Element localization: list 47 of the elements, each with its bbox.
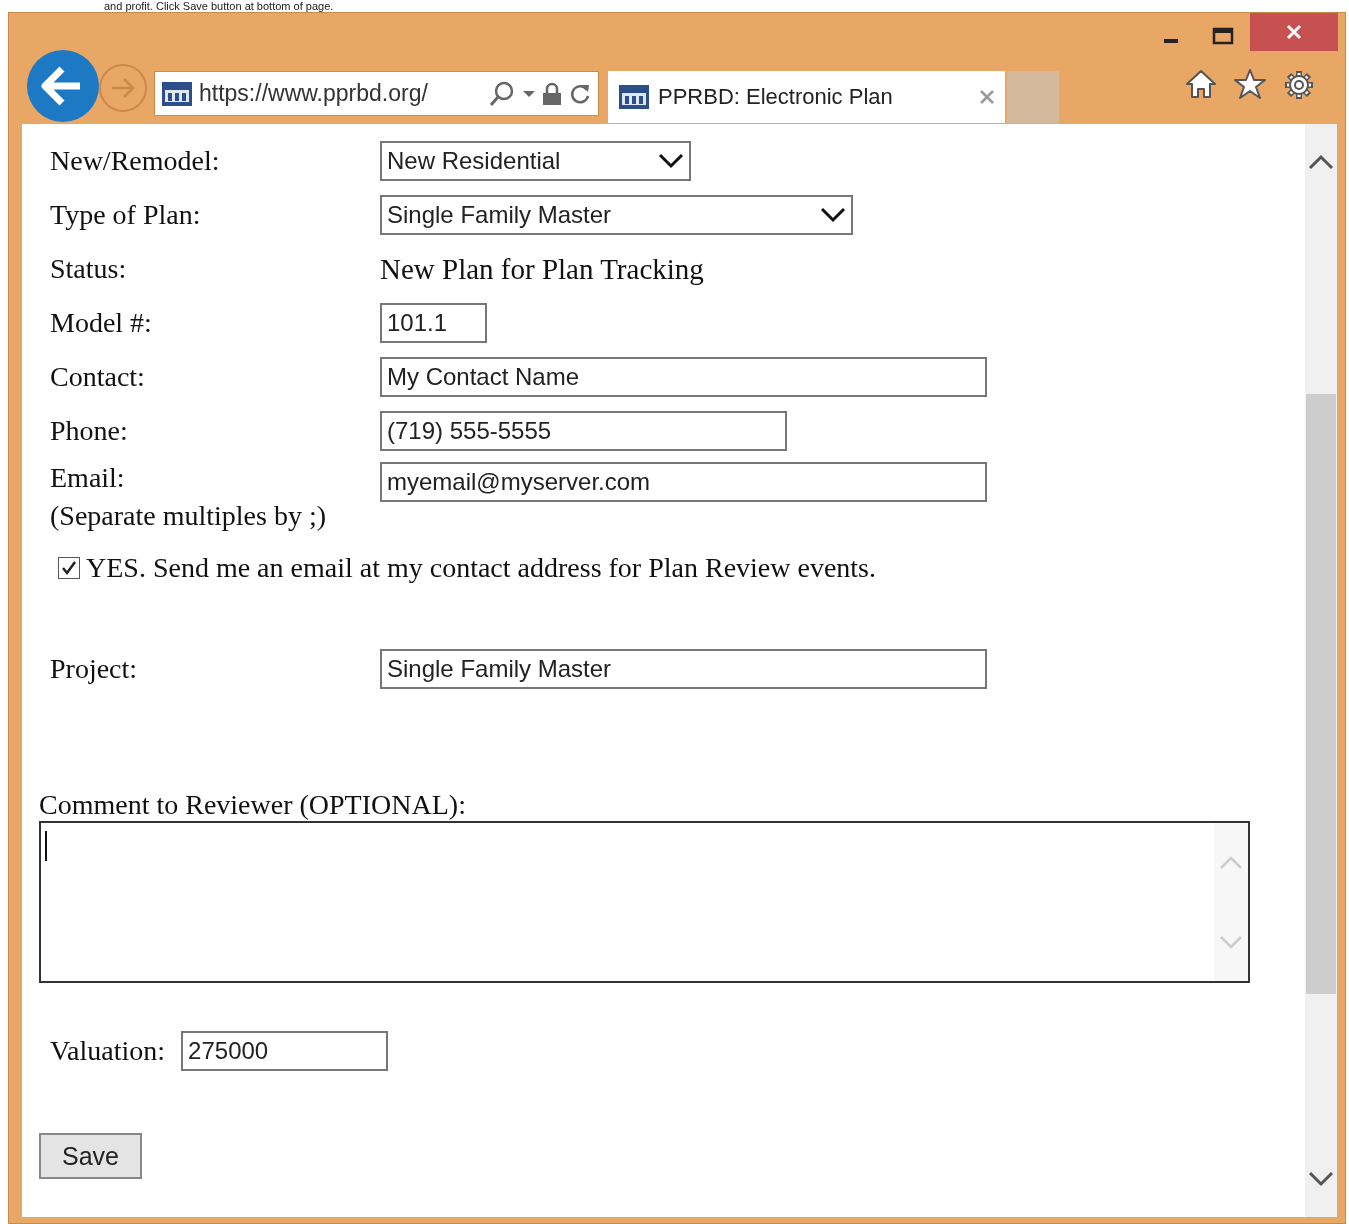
field-label: Type of Plan: [50,199,202,231]
checkbox-label: YES. Send me an email at my contact address for Plan Review events. [86,552,876,584]
site-icon [161,80,193,107]
input-field[interactable]: Single Family Master [380,649,987,689]
comment-label: Comment to Reviewer (OPTIONAL): [39,789,466,820]
field-label: Email: [50,462,126,494]
site-icon [618,84,650,110]
url-text: https://www.pprbd.org/ [199,80,429,107]
tab-title: PPRBD: Electronic Plan [658,84,894,110]
field-label: New/Remodel: [50,145,221,177]
dropdown[interactable]: Single Family Master [380,195,853,235]
dropdown[interactable]: New Residential [380,141,691,181]
input-field[interactable]: 101.1 [380,303,487,343]
field-label: Contact: [50,361,146,393]
field-hint: (Separate multiples by ;) [50,500,328,532]
caret-icon[interactable] [522,88,536,99]
status-value: New Plan for Plan Tracking [380,252,704,286]
address-bar[interactable]: https://www.pprbd.org/ [154,71,599,116]
star-icon[interactable] [1234,69,1266,99]
lock-icon [542,81,562,106]
settings-icon[interactable] [1283,69,1315,101]
scrollbar[interactable] [1305,124,1337,1217]
maximize-icon[interactable] [1212,27,1234,45]
field-label: Status: [50,253,128,285]
input-field[interactable]: 275000 [181,1031,389,1071]
save-button[interactable]: Save [39,1133,142,1179]
field-label: Model #: [50,307,153,339]
close-icon[interactable] [979,89,995,105]
scrollbar-thumb[interactable] [1306,394,1336,994]
back-icon[interactable] [26,49,100,123]
input-field[interactable]: (719) 555-5555 [380,411,787,451]
browser-tab[interactable]: PPRBD: Electronic Plan [608,71,1005,123]
field-label: Phone: [50,415,129,447]
input-field[interactable]: My Contact Name [380,357,987,397]
field-label: Project: [50,653,139,685]
chevron-down-icon [820,207,846,223]
close-button[interactable] [1250,13,1338,51]
close-icon [1285,23,1303,41]
scroll-up-icon[interactable] [1308,154,1334,170]
input-field[interactable]: myemail@myserver.com [380,462,987,502]
chevron-down-icon [658,153,684,169]
search-icon[interactable] [488,79,516,108]
checkbox[interactable] [58,557,80,579]
scroll-down-icon[interactable] [1308,1171,1334,1187]
home-icon[interactable] [1185,69,1217,99]
instruction-text: and profit. Click Save button at bottom of page. [103,0,335,12]
field-label: Valuation: [50,1035,166,1067]
